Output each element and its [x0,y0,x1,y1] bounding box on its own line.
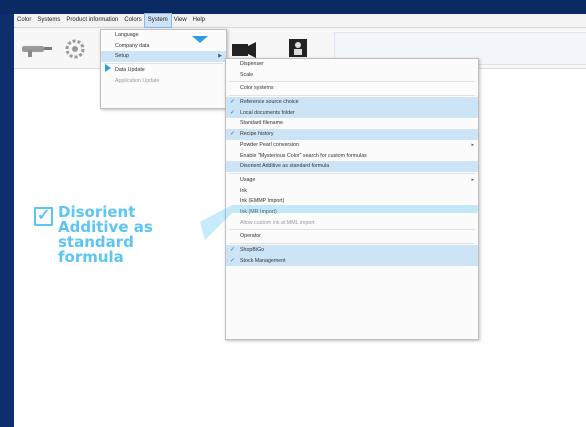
spray-gun-icon[interactable] [20,40,54,58]
setup-submenu: Dispenser Scale Color systems ✓ Reference so… [225,58,479,340]
menu-item-data-update[interactable]: Data Update [101,65,226,76]
menu-systems[interactable]: Systems [34,14,63,27]
menu-item-label: Stock Management [240,257,286,264]
checkmark-icon: ✓ [230,109,236,116]
menu-item-label: Color systems [240,85,274,92]
setup-menu-item[interactable]: ✓ Local documents folder [226,107,478,119]
setup-menu-item[interactable]: ✓ Reference source choice [226,97,478,108]
setup-menu-item[interactable]: Dispenser [226,59,478,70]
menu-item-label: Language [115,32,139,38]
submenu-arrow-icon: ▸ [471,141,474,148]
setup-menu-item[interactable]: Standard filename [226,118,478,129]
menu-item-label: Disorient Additive as standard formula [240,163,330,170]
menu-separator [229,95,475,97]
menu-separator [229,81,475,83]
checkmark-icon: ✓ [230,99,236,106]
menu-item-label: Ink (EMMP Import) [240,198,285,205]
menu-separator [229,243,475,244]
menu-separator [104,63,223,65]
menu-system[interactable]: System [143,13,172,28]
menu-colors[interactable]: Colors [121,14,144,27]
menu-separator [229,229,475,231]
person-icon[interactable] [288,38,308,58]
setup-menu-item[interactable]: ✓ ShopBiGo [226,245,478,256]
setup-menu-item[interactable]: Color systems [226,83,478,94]
menu-item-setup[interactable]: Setup ▶ [101,51,226,63]
menu-item-label: Setup [115,53,129,60]
setup-menu-item[interactable]: ✓ Recipe history [226,129,478,140]
pointer-triangle-icon [192,36,208,43]
checkmark-icon: ✓ [230,131,236,138]
menu-item-label: Usage [240,176,256,183]
setup-menu-item[interactable]: Operator [226,231,478,242]
menu-separator [229,172,475,174]
submenu-arrow-icon: ▶ [218,53,222,60]
setup-menu-item[interactable]: Usage ▸ [226,175,478,186]
top-band [0,0,586,14]
setup-menu-item[interactable]: Scale [226,70,478,81]
menu-help[interactable]: Help [190,14,208,27]
setup-menu-item[interactable]: Disorient Additive as standard formula [226,161,478,172]
checkmark-icon: ✓ [230,247,236,253]
setup-menu-item[interactable]: Enable "Mysterious Color" search for cus… [226,151,478,162]
menu-item-label: ShopBiGo [240,247,265,253]
menu-item-label: Ink [240,187,248,194]
menu-product-information[interactable]: Product information [63,14,121,27]
gear-icon[interactable] [62,36,88,62]
menu-item-label: Operator [240,233,261,240]
menu-item-label: Ink (MR Import) [240,208,277,215]
checkmark-icon: ✓ [34,207,53,226]
setup-menu-item[interactable]: Ink (MR Import) [226,207,478,218]
menu-view[interactable]: View [171,14,190,27]
callout-text: Disorient Additive as standard formula [58,205,188,265]
menu-item-label: Application Update [115,77,160,84]
pointer-arrow-icon [105,64,111,72]
menu-item-application-update: Application Update [101,76,226,87]
setup-menu-item[interactable]: Ink (EMMP Import) [226,196,478,207]
checkmark-icon: ✓ [230,257,236,264]
submenu-arrow-icon: ▸ [471,176,474,183]
callout-line: formula [58,248,124,266]
setup-menu-item[interactable]: Powder Pearl conversion ▸ [226,140,478,151]
setup-menu-item[interactable]: Ink [226,186,478,197]
menu-item-label: Standard filename [240,120,283,127]
menu-bar: Color Systems Product information Colors… [14,13,586,28]
menu-item-label: Dispenser [240,61,264,67]
menu-item-label: Recipe history [240,131,274,138]
menu-item-label: Local documents folder [240,109,295,116]
menu-item-label: Scale [240,71,254,78]
menu-item-label: Allow custom ink at MML import [240,219,315,226]
setup-menu-item[interactable]: ✓ Stock Management [226,255,478,267]
menu-color[interactable]: Color [14,14,34,27]
menu-item-label: Enable "Mysterious Color" search for cus… [240,152,367,159]
menu-item-label: Data Update [115,67,145,74]
menu-item-label: Powder Pearl conversion [240,141,299,148]
setup-menu-item: Allow custom ink at MML import [226,218,478,229]
menu-item-label: Reference source choice [240,99,299,106]
menu-item-label: Company data [115,42,150,49]
